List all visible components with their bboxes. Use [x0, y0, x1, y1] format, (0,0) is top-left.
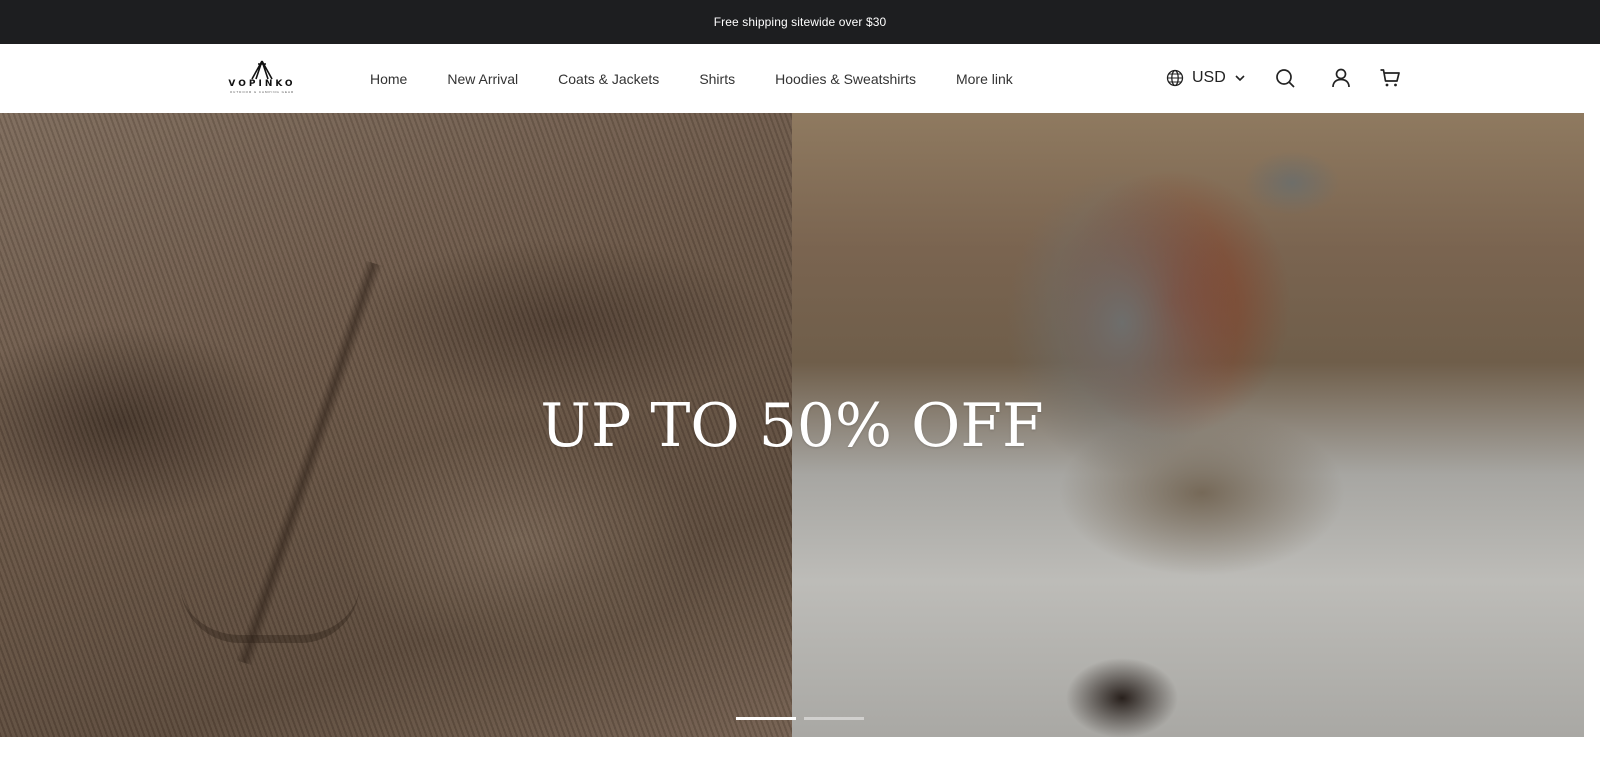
nav-more-link[interactable]: More link [956, 71, 1013, 87]
nav-hoodies-sweatshirts[interactable]: Hoodies & Sweatshirts [775, 71, 916, 87]
fabric-pocket [180, 583, 360, 643]
account-icon [1332, 68, 1350, 88]
slide-dot-1[interactable] [736, 717, 796, 720]
announcement-bar: Free shipping sitewide over $30 [0, 0, 1600, 44]
nav-new-arrival[interactable]: New Arrival [447, 71, 518, 87]
cart-icon [1380, 69, 1400, 87]
chevron-down-icon [1235, 75, 1245, 82]
currency-label: USD [1192, 69, 1226, 86]
currency-selector[interactable]: USD [1166, 66, 1246, 90]
slide-indicators [736, 717, 864, 720]
hero-title: UP TO 50% OFF [540, 391, 1044, 461]
search-icon [1276, 69, 1295, 88]
nav-coats-jackets[interactable]: Coats & Jackets [558, 71, 659, 87]
brand-tagline: OUTDOOR & CAMPING GEAR [229, 90, 295, 94]
cart-button[interactable] [1378, 66, 1402, 90]
nav-shirts[interactable]: Shirts [699, 71, 735, 87]
brand-name: VOPINKO [228, 79, 296, 89]
slide-dot-2[interactable] [804, 717, 864, 720]
nav-home[interactable]: Home [370, 71, 407, 87]
account-button[interactable] [1329, 66, 1353, 90]
site-header: VOPINKO OUTDOOR & CAMPING GEAR Home New … [0, 44, 1600, 113]
logo-tent-icon [251, 60, 273, 80]
main-nav: Home New Arrival Coats & Jackets Shirts … [370, 44, 1053, 113]
search-button[interactable] [1273, 66, 1297, 90]
page-scrollbar[interactable] [1584, 113, 1600, 767]
hero-banner[interactable]: UP TO 50% OFF [0, 113, 1584, 737]
announcement-text: Free shipping sitewide over $30 [713, 15, 887, 29]
globe-icon [1166, 69, 1184, 87]
brand-logo[interactable]: VOPINKO OUTDOOR & CAMPING GEAR [226, 60, 298, 96]
